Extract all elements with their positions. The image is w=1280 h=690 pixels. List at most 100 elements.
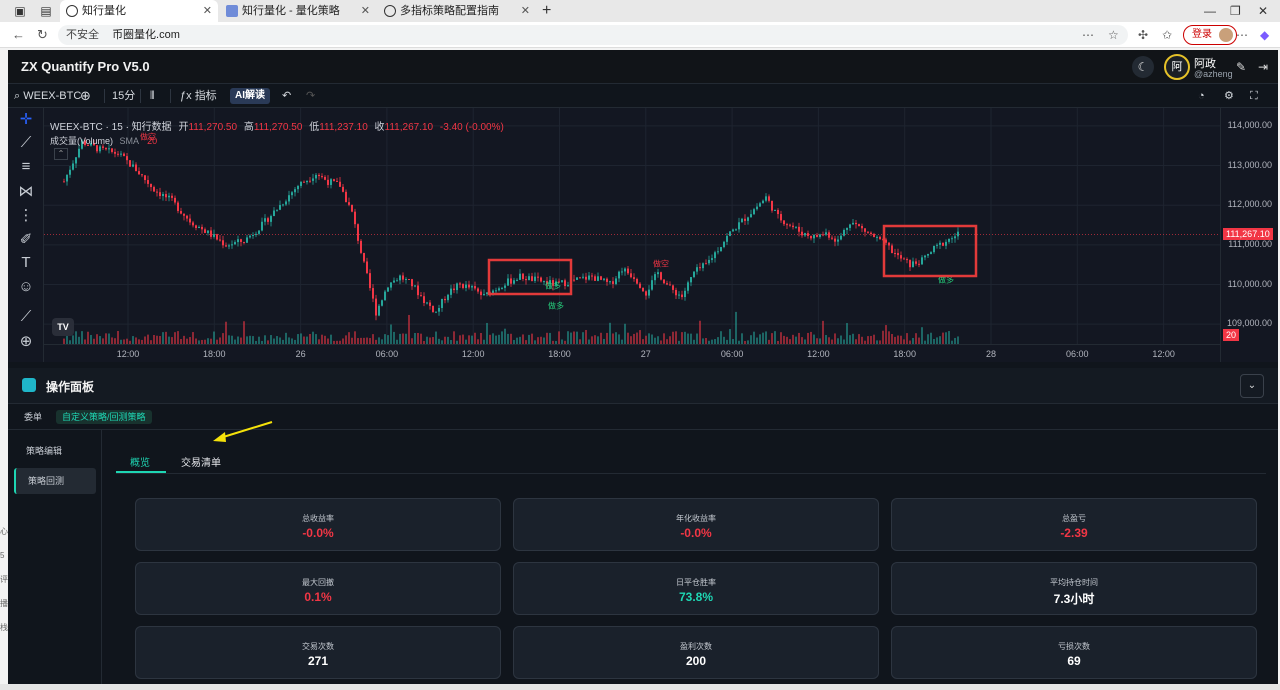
fullscreen-icon[interactable]: ⛶ (1250, 88, 1258, 104)
indicators-button[interactable]: ƒx 指标 (180, 88, 217, 104)
crosshair-icon[interactable]: ✛ (17, 110, 35, 128)
trend-line-icon[interactable]: ⟋ (17, 134, 35, 151)
candle-body (174, 197, 176, 203)
close-tab-icon[interactable]: ✕ (203, 0, 212, 22)
candle-body (606, 278, 608, 282)
candle-body (669, 284, 671, 286)
panel-collapse-chevron-icon[interactable]: ⌄ (1240, 374, 1264, 398)
candle-body (900, 255, 902, 259)
pattern-icon[interactable]: ⋈ (17, 182, 35, 200)
volume-bar (192, 332, 194, 344)
ruler-icon[interactable]: ⟋ (17, 308, 35, 325)
new-tab-button[interactable]: + (542, 0, 551, 22)
candle-body (534, 276, 536, 281)
candle-body (909, 260, 911, 268)
candle-body (708, 259, 710, 264)
edit-pencil-icon[interactable]: ✎ (1236, 60, 1246, 74)
theme-toggle-moon-icon[interactable]: ☾ (1132, 56, 1154, 78)
login-button[interactable]: 登录 (1183, 25, 1237, 45)
candle-body (645, 291, 647, 296)
browser-tab-2[interactable]: 知行量化 - 量化策略 ✕ (220, 0, 376, 22)
price-axis[interactable]: 114,000.00 113,000.00 112,000.00 111,000.00… (1220, 108, 1278, 362)
maximize-button[interactable]: ❐ (1230, 0, 1241, 22)
text-tool-icon[interactable]: T (17, 254, 35, 271)
candle-body (501, 287, 503, 289)
time-axis[interactable]: 12:00 18:00 26 06:00 12:00 18:00 27 06:00 12:00 1… (44, 344, 1220, 362)
stat-value: 200 (685, 654, 707, 668)
logout-icon[interactable]: ⇥ (1258, 60, 1268, 74)
candle-body (915, 261, 917, 264)
redo-icon[interactable]: ↷ (306, 88, 315, 104)
extensions-icon[interactable]: ✣ (1138, 28, 1148, 42)
candle-type-icon[interactable]: ⫴ (150, 88, 155, 104)
divider (140, 89, 141, 103)
brush-icon[interactable]: ✐ (17, 230, 35, 248)
chart-area[interactable]: ✛ ⟋ ≡ ⋈ ⋮ ✐ T ☺ ⟋ ⊕ 做空 做多 做空 做多 做多 WEEX-BTC … (8, 108, 1278, 362)
tab-orders[interactable]: 委单 (18, 410, 48, 424)
collapse-legend-icon[interactable]: ⌃ (54, 148, 68, 160)
reload-icon[interactable]: ↻ (37, 27, 48, 43)
candle-body (279, 205, 281, 210)
tradingview-logo[interactable]: TV (52, 318, 74, 336)
close-tab-icon[interactable]: ✕ (521, 0, 530, 22)
sidenav-item-backtest[interactable]: 策略回测 (14, 468, 96, 494)
candle-body (327, 179, 329, 185)
close-tab-icon[interactable]: ✕ (361, 0, 370, 22)
volume-bar (657, 336, 659, 344)
fib-icon[interactable]: ⋮ (17, 206, 35, 224)
strategy-sidenav: 策略编辑 策略回测 (8, 430, 102, 684)
stat-value: 69 (1067, 654, 1081, 668)
close-window-button[interactable]: ✕ (1258, 0, 1268, 22)
volume-bar (537, 337, 539, 344)
back-icon[interactable]: ← (12, 27, 25, 42)
browser-tab-1[interactable]: 知行量化 ✕ (60, 0, 218, 22)
favorites-icon[interactable]: ✩ (1162, 28, 1172, 42)
zoom-in-icon[interactable]: ⊕ (17, 332, 35, 350)
candle-body (945, 241, 947, 246)
volume-bar (858, 334, 860, 344)
price-chart[interactable]: 做空做多做空做多做多 (44, 108, 1220, 344)
candle-body (723, 241, 725, 248)
interval-button[interactable]: 15分 (112, 88, 135, 104)
undo-icon[interactable]: ↶ (282, 88, 291, 104)
volume-bar (522, 334, 524, 344)
more-icon[interactable]: ⋯ (1082, 28, 1094, 42)
candle-body (942, 242, 944, 246)
tab-actions-icon[interactable]: ▤ (38, 3, 54, 19)
url-field[interactable]: 不安全 币圈量化.com (58, 25, 1128, 45)
favorite-star-icon[interactable]: ☆ (1108, 28, 1119, 42)
alert-search-icon[interactable]: ◔ (1198, 88, 1205, 104)
candle-body (747, 217, 749, 221)
browser-tab-3[interactable]: 多指标策略配置指南 ✕ (378, 0, 536, 22)
candle-body (822, 234, 824, 236)
volume-bar (891, 334, 893, 344)
candle-body (306, 180, 308, 183)
chart-legend: WEEX-BTC · 15 · 知行数据 开111,270.50 高111,27… (50, 118, 504, 133)
add-symbol-icon[interactable]: ⊕ (80, 88, 91, 104)
user-avatar[interactable]: 阿 (1164, 54, 1190, 80)
emoji-icon[interactable]: ☺ (17, 278, 35, 295)
candle-body (726, 235, 728, 242)
time-tick-label: 06:00 (1066, 349, 1089, 359)
volume-bar (249, 335, 251, 344)
tab-overview[interactable]: 概览 (130, 454, 150, 469)
sidenav-item-strategy-edit[interactable]: 策略编辑 (14, 438, 96, 464)
volume-bar (168, 336, 170, 344)
copilot-icon[interactable]: ◆ (1260, 28, 1269, 42)
signal-label: 做空 (653, 259, 669, 269)
horizontal-lines-icon[interactable]: ≡ (17, 158, 35, 175)
drawing-toolbar: ✛ ⟋ ≡ ⋈ ⋮ ✐ T ☺ ⟋ ⊕ (8, 108, 44, 362)
workspaces-icon[interactable]: ▣ (12, 3, 28, 19)
ai-interpret-button[interactable]: AI解读 (230, 88, 270, 104)
candle-body (699, 267, 701, 269)
symbol-search[interactable]: ⌕ WEEX-BTC (14, 88, 81, 104)
candle-body (861, 226, 863, 229)
change-value: -3.40 (-0.00%) (439, 122, 504, 133)
menu-dots-icon[interactable]: ⋯ (1236, 28, 1248, 42)
tab-custom-strategy[interactable]: 自定义策略/回测策略 (56, 410, 152, 424)
tab-trade-list[interactable]: 交易清单 (181, 454, 221, 469)
candle-body (312, 178, 314, 181)
volume-bar (303, 336, 305, 344)
minimize-button[interactable]: — (1204, 0, 1216, 22)
settings-gear-icon[interactable]: ⚙ (1224, 88, 1234, 104)
